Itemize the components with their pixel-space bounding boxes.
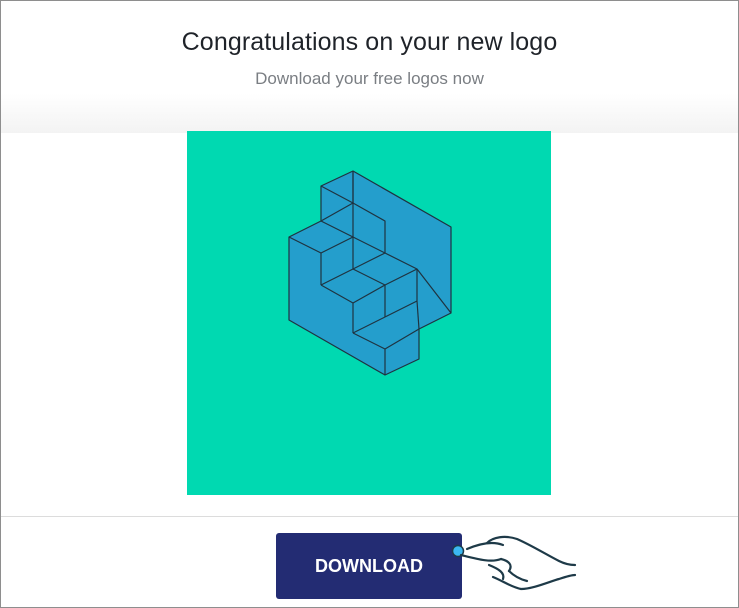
logo-preview bbox=[187, 131, 551, 495]
dialog-header: Congratulations on your new logo Downloa… bbox=[1, 1, 738, 133]
page-title: Congratulations on your new logo bbox=[181, 28, 558, 56]
page-subtitle: Download your free logos now bbox=[255, 69, 484, 88]
download-dialog: Congratulations on your new logo Downloa… bbox=[0, 0, 739, 608]
isometric-stairs-hexagon-icon bbox=[187, 131, 551, 495]
footer-divider bbox=[1, 516, 738, 517]
download-button[interactable]: DOWNLOAD bbox=[276, 533, 462, 599]
pointing-hand-icon bbox=[447, 531, 587, 597]
